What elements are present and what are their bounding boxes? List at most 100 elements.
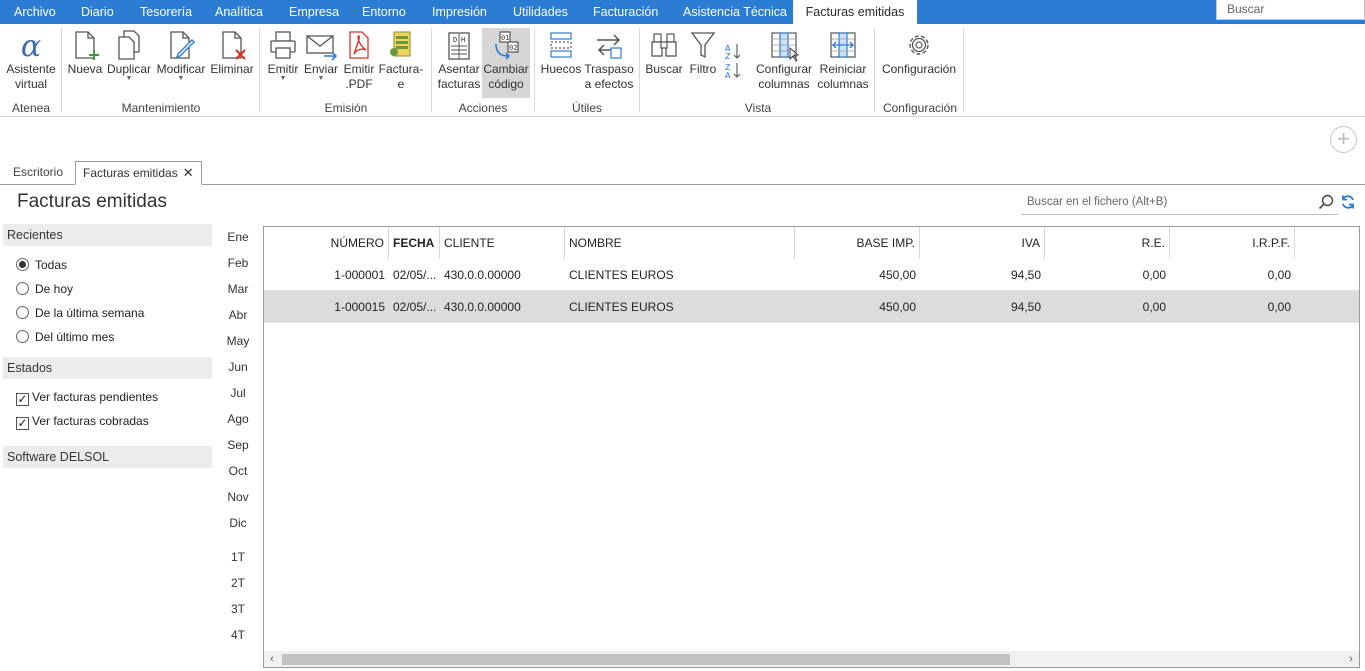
- radio-selected-icon: [16, 258, 29, 271]
- column-header-nombre[interactable]: NOMBRE: [565, 227, 795, 259]
- month-abr[interactable]: Abr: [222, 308, 254, 322]
- huecos-button[interactable]: Huecos: [539, 28, 583, 98]
- column-header-base-imp[interactable]: BASE IMP.: [795, 227, 920, 259]
- column-header-iva[interactable]: IVA: [920, 227, 1045, 259]
- sort-button[interactable]: A Z Z A: [722, 40, 744, 80]
- table-row-selected[interactable]: 1-000015 02/05/... 430.0.0.00000 CLIENTE…: [264, 291, 1359, 323]
- reiniciar-columnas-label: Reiniciar columnas: [817, 62, 869, 91]
- cell-base-imp: 450,00: [879, 268, 916, 282]
- reiniciar-columnas-button[interactable]: Reiniciar columnas: [816, 28, 870, 98]
- month-mar[interactable]: Mar: [222, 282, 254, 296]
- scroll-left-icon[interactable]: ‹: [264, 651, 280, 667]
- tab-escritorio[interactable]: Escritorio: [6, 161, 70, 185]
- check-facturas-pendientes[interactable]: ✓ Ver facturas pendientes: [16, 388, 158, 406]
- check-facturas-pendientes-label: Ver facturas pendientes: [32, 390, 159, 404]
- facturae-button[interactable]: Factura- e: [378, 28, 424, 98]
- tab-facturas-emitidas[interactable]: Facturas emitidas ✕: [75, 161, 202, 185]
- table-row[interactable]: 1-000001 02/05/... 430.0.0.00000 CLIENTE…: [264, 259, 1359, 291]
- menu-analitica[interactable]: Analítica: [215, 0, 263, 24]
- menu-diario[interactable]: Diario: [81, 0, 114, 24]
- filtro-button[interactable]: Filtro: [686, 28, 720, 98]
- configuracion-button[interactable]: Configuración: [879, 28, 959, 98]
- cell-irpf: 0,00: [1267, 268, 1291, 282]
- eliminar-button[interactable]: Eliminar: [209, 28, 255, 98]
- quarter-4t[interactable]: 4T: [222, 628, 254, 642]
- cell-base-imp: 450,00: [879, 300, 916, 314]
- check-facturas-cobradas[interactable]: ✓ Ver facturas cobradas: [16, 412, 149, 430]
- group-vista-label: Vista: [744, 101, 772, 115]
- check-facturas-cobradas-label: Ver facturas cobradas: [32, 414, 149, 428]
- asistente-virtual-button[interactable]: α Asistente virtual: [4, 28, 58, 98]
- month-ene[interactable]: Ene: [222, 230, 254, 244]
- ribbon-separator: [534, 28, 535, 112]
- quarter-1t[interactable]: 1T: [222, 550, 254, 564]
- menu-asistencia-tecnica[interactable]: Asistencia Técnica: [683, 0, 787, 24]
- buscar-label: Buscar: [645, 62, 683, 76]
- duplicar-button[interactable]: Duplicar ▼: [105, 28, 153, 98]
- month-may[interactable]: May: [222, 334, 254, 348]
- menu-tesoreria[interactable]: Tesorería: [140, 0, 192, 24]
- column-header-irpf[interactable]: I.R.P.F.: [1170, 227, 1295, 259]
- quarter-2t[interactable]: 2T: [222, 576, 254, 590]
- estados-header[interactable]: Estados: [3, 357, 212, 379]
- month-ago[interactable]: Ago: [222, 412, 254, 426]
- scroll-right-icon[interactable]: ›: [1343, 651, 1359, 667]
- month-feb[interactable]: Feb: [222, 256, 254, 270]
- close-icon[interactable]: ✕: [183, 165, 194, 180]
- menu-facturacion[interactable]: Facturación: [593, 0, 658, 24]
- menu-utilidades[interactable]: Utilidades: [513, 0, 568, 24]
- menu-facturas-emitidas[interactable]: Facturas emitidas: [793, 0, 917, 24]
- radio-todas[interactable]: Todas: [16, 256, 67, 274]
- global-search-input[interactable]: [1217, 0, 1364, 18]
- cambiar-codigo-label: Cambiar código: [483, 62, 529, 91]
- horizontal-scrollbar[interactable]: ‹ ›: [264, 651, 1359, 667]
- eliminar-label: Eliminar: [210, 62, 254, 76]
- edit-document-icon: [170, 31, 195, 59]
- month-dic[interactable]: Dic: [222, 516, 254, 530]
- month-nov[interactable]: Nov: [222, 490, 254, 504]
- configurar-columnas-button[interactable]: Configurar columnas: [754, 28, 814, 98]
- cell-nombre: CLIENTES EUROS: [569, 268, 674, 282]
- file-search-input[interactable]: [1021, 191, 1311, 213]
- menu-empresa[interactable]: Empresa: [289, 0, 339, 24]
- radio-ultima-semana[interactable]: De la última semana: [16, 304, 144, 322]
- menu-archivo[interactable]: Archivo: [14, 0, 56, 24]
- ribbon-toolbar: α Asistente virtual Atenea Nueva Duplica…: [0, 24, 1365, 117]
- software-delsol-header[interactable]: Software DELSOL: [3, 446, 212, 468]
- global-search: [1216, 0, 1365, 20]
- menu-impresion[interactable]: Impresión: [432, 0, 487, 24]
- month-jul[interactable]: Jul: [222, 386, 254, 400]
- cambiar-codigo-button[interactable]: 01 02 Cambiar código: [482, 28, 530, 98]
- radio-ultimo-mes[interactable]: Del último mes: [16, 328, 114, 346]
- buscar-button[interactable]: Buscar: [644, 28, 684, 98]
- file-search: [1021, 191, 1338, 215]
- ribbon-separator: [963, 28, 964, 112]
- enviar-button[interactable]: Enviar ▼: [302, 28, 340, 98]
- recientes-header[interactable]: Recientes: [3, 224, 212, 246]
- month-jun[interactable]: Jun: [222, 360, 254, 374]
- traspaso-efectos-label: Traspaso a efectos: [584, 62, 634, 91]
- radio-ultima-semana-label: De la última semana: [35, 306, 145, 320]
- search-icon[interactable]: [1318, 194, 1334, 210]
- column-header-re[interactable]: R.E.: [1045, 227, 1170, 259]
- menu-entorno[interactable]: Entorno: [362, 0, 406, 24]
- column-header-numero[interactable]: NÚMERO: [264, 227, 389, 259]
- emitir-button[interactable]: Emitir ▼: [264, 28, 302, 98]
- group-emision-label: Emisión: [324, 101, 368, 115]
- scrollbar-thumb[interactable]: [282, 654, 1010, 665]
- emitir-pdf-button[interactable]: Emitir .PDF: [341, 28, 377, 98]
- modificar-button[interactable]: Modificar ▼: [155, 28, 207, 98]
- radio-de-hoy[interactable]: De hoy: [16, 280, 73, 298]
- month-oct[interactable]: Oct: [222, 464, 254, 478]
- asentar-facturas-button[interactable]: D H Asentar facturas: [436, 28, 482, 98]
- refresh-icon[interactable]: [1340, 194, 1356, 210]
- column-header-fecha[interactable]: FECHA: [389, 227, 440, 259]
- quarter-3t[interactable]: 3T: [222, 602, 254, 616]
- month-sep[interactable]: Sep: [222, 438, 254, 452]
- emitir-pdf-label: Emitir .PDF: [343, 62, 375, 91]
- cell-cliente: 430.0.0.00000: [444, 268, 521, 282]
- column-header-cliente[interactable]: CLIENTE: [440, 227, 565, 259]
- add-tab-button[interactable]: +: [1330, 126, 1357, 153]
- traspaso-efectos-button[interactable]: Traspaso a efectos: [584, 28, 634, 98]
- nueva-button[interactable]: Nueva: [67, 28, 103, 98]
